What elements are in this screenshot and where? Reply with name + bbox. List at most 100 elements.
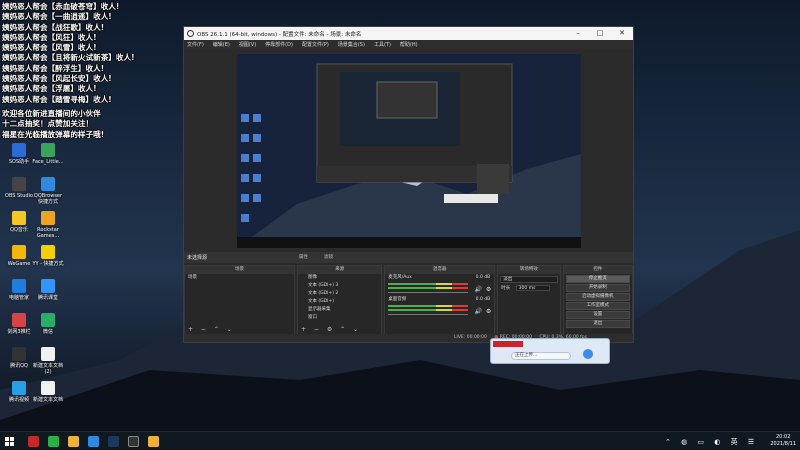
preview-canvas[interactable]: [237, 54, 581, 248]
desktop-icon-label: 腾讯QQ: [10, 363, 28, 369]
desktop-icon[interactable]: 腾讯QQ: [3, 347, 35, 369]
start-recording-button[interactable]: 开始录制: [565, 284, 630, 292]
clock[interactable]: 20:02 2021/8/11: [770, 434, 796, 448]
menu-tools[interactable]: 工具(T): [374, 41, 391, 48]
exit-button[interactable]: 退出: [565, 320, 630, 328]
properties-button[interactable]: 属性: [299, 254, 308, 261]
chat-line: 姨妈恶人帮会【且将新火试新茶】收人!: [2, 53, 135, 63]
desktop-icon[interactable]: YY - 快捷方式: [32, 245, 64, 267]
app-icon: [12, 211, 26, 225]
desktop-icon-label: SOS助手: [8, 159, 30, 165]
settings-button[interactable]: 设置: [565, 311, 630, 319]
app-icon: [41, 177, 55, 191]
chat-line: 姨妈恶人帮会【风狂】收人!: [2, 32, 97, 42]
minimize-icon[interactable]: –: [567, 27, 589, 40]
scenes-title: 场景: [185, 266, 294, 274]
taskbar-app-icon[interactable]: [48, 436, 59, 447]
chat-line: 十二点抽奖！点赞加关注！: [2, 119, 94, 129]
no-source-label: 未选择源: [187, 255, 208, 261]
popup-text: 正在上传...: [511, 352, 571, 360]
audio-meter: [388, 305, 469, 307]
volume-slider[interactable]: [388, 314, 469, 315]
folder-icon[interactable]: [68, 436, 79, 447]
live-status: LIVE: 00:00:00: [454, 335, 487, 340]
virtual-camera-button[interactable]: 启动虚拟摄像机: [565, 293, 630, 301]
desktop-icon-label: 微信: [42, 329, 53, 335]
transition-select[interactable]: 淡出: [500, 276, 558, 283]
scenes-footer-icons[interactable]: + − ⌃ ⌄: [185, 326, 294, 334]
desktop-icon[interactable]: SOS助手: [3, 143, 35, 165]
steam-icon[interactable]: [108, 436, 119, 447]
desktop-icon[interactable]: 剑网3推栏: [3, 313, 35, 335]
close-icon[interactable]: ✕: [611, 27, 633, 40]
desktop-icon[interactable]: QQ音乐: [3, 211, 35, 233]
desktop-icon-label: 新建文本文档: [32, 397, 63, 403]
chat-line: 姨妈恶人帮会【风起长安】收人!: [2, 74, 112, 84]
desktop-icon[interactable]: Rockstar Games...: [32, 211, 64, 239]
menu-file[interactable]: 文件(F): [187, 41, 204, 48]
desktop-icon[interactable]: QQBrowser 快捷方式: [32, 177, 64, 205]
clock-time: 20:02: [775, 434, 791, 440]
popup-button[interactable]: [583, 349, 593, 359]
menu-docks[interactable]: 停靠部件(D): [265, 41, 293, 48]
source-item[interactable]: 文本 (GDI+) 2: [298, 290, 381, 298]
speaker-icon[interactable]: 🔊: [475, 308, 482, 315]
desktop-icon-label: 剑网3推栏: [7, 329, 31, 335]
clock-date: 2021/8/11: [770, 441, 796, 447]
desktop-icon[interactable]: 微信: [32, 313, 64, 335]
window-titlebar[interactable]: OBS 26.1.1 (64-bit, windows) - 配置文件: 未命名…: [184, 27, 633, 40]
menu-view[interactable]: 视图(V): [239, 41, 256, 48]
sources-footer-icons[interactable]: + − ⚙ ⌃ ⌄: [298, 326, 381, 334]
source-item[interactable]: 文本 (GDI+) 3: [298, 282, 381, 290]
source-item[interactable]: 文本 (GDI+): [298, 298, 381, 306]
preview-image: [237, 54, 581, 248]
desktop-icon[interactable]: 电脑管家: [3, 279, 35, 301]
desktop-icon[interactable]: OBS Studio: [3, 177, 35, 199]
menu-help[interactable]: 帮助(H): [400, 41, 418, 48]
app-icon: [41, 279, 55, 293]
desktop-icon-label: YY - 快捷方式: [32, 261, 64, 267]
chat-line: 姨妈恶人帮会【醉浮生】收人!: [2, 63, 105, 73]
system-tray-icons[interactable]: ⌃ ◍ ▭ ◐ 英 ☰: [665, 437, 758, 447]
source-item[interactable]: 图像: [298, 274, 381, 282]
desktop-icon[interactable]: Face_Little...: [32, 143, 64, 165]
app-icon: [12, 347, 26, 361]
gear-icon[interactable]: ⚙: [486, 308, 491, 315]
desktop-icon[interactable]: 新建文本文档: [32, 381, 64, 403]
scene-item[interactable]: 场景: [185, 274, 294, 282]
maximize-icon[interactable]: □: [589, 27, 611, 40]
upload-popup[interactable]: 正在上传...: [490, 338, 610, 364]
studio-mode-button[interactable]: 工作室模式: [565, 302, 630, 310]
app-icon: [12, 177, 26, 191]
desktop-icon[interactable]: 新建文本文档 (2): [32, 347, 64, 375]
app-icon: [12, 143, 26, 157]
volume-slider[interactable]: [388, 292, 469, 293]
menu-bar: 文件(F) 编辑(E) 视图(V) 停靠部件(D) 配置文件(P) 场景集合(S…: [184, 40, 633, 49]
desktop-icon[interactable]: 腾讯课堂: [32, 279, 64, 301]
filters-button[interactable]: 滤镜: [324, 254, 333, 261]
desktop-icon[interactable]: WeGame: [3, 245, 35, 267]
menu-scene-collection[interactable]: 场景集合(S): [338, 41, 365, 48]
mixer-title: 混音器: [385, 266, 495, 274]
windows-start-icon[interactable]: [5, 437, 14, 446]
source-item[interactable]: 显示器采集: [298, 306, 381, 314]
obs-window[interactable]: OBS 26.1.1 (64-bit, windows) - 配置文件: 未命名…: [183, 26, 634, 343]
obs-taskbar-icon[interactable]: [128, 436, 139, 447]
menu-profile[interactable]: 配置文件(P): [302, 41, 329, 48]
browser-icon[interactable]: [88, 436, 99, 447]
app-icon: [12, 279, 26, 293]
app-icon: [12, 381, 26, 395]
taskbar-app-icon[interactable]: [28, 436, 39, 447]
gear-icon[interactable]: ⚙: [486, 286, 491, 293]
audio-meter: [388, 283, 469, 285]
source-item[interactable]: 窗口: [298, 314, 381, 322]
stop-streaming-button[interactable]: 停止推流: [565, 275, 630, 283]
menu-edit[interactable]: 编辑(E): [213, 41, 230, 48]
speaker-icon[interactable]: 🔊: [475, 286, 482, 293]
desktop-icon-label: 腾讯课堂: [37, 295, 58, 301]
duration-input[interactable]: 300 ms: [515, 285, 550, 291]
desktop-icon[interactable]: 腾讯视频: [3, 381, 35, 403]
taskbar-app-icon[interactable]: [148, 436, 159, 447]
chat-line: 欢迎各位新进直播间的小伙伴: [2, 108, 101, 118]
sources-title: 来源: [297, 266, 382, 274]
